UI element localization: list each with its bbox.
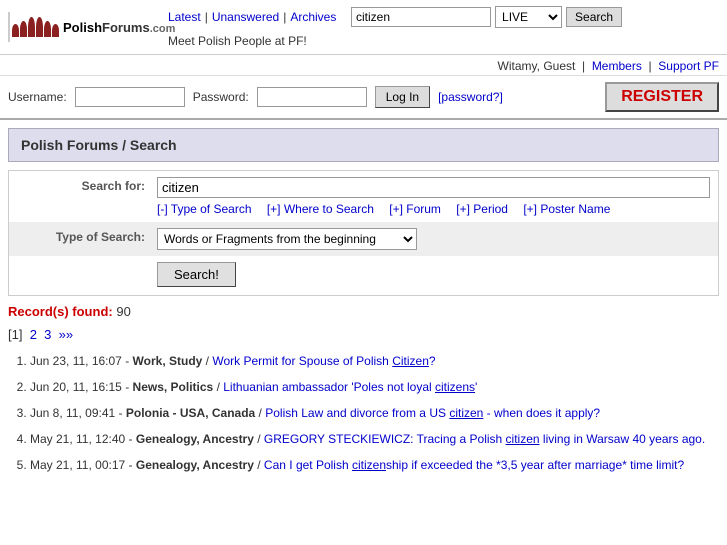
site-name-polish: Polish xyxy=(63,20,102,35)
result-item-5: May 21, 11, 00:17 - Genealogy, Ancestry … xyxy=(30,456,719,474)
nav-sep-1: | xyxy=(205,10,208,24)
latest-link[interactable]: Latest xyxy=(168,10,201,24)
results-area: Record(s) found: 90 [1] 2 3 »» Jun 23, 1… xyxy=(8,304,719,474)
search-options: [-] Type of Search [+] Where to Search [… xyxy=(157,202,710,216)
type-of-search-control: Words or Fragments from the beginning Ex… xyxy=(157,228,710,250)
person-icon-3 xyxy=(28,17,35,37)
result-3-link[interactable]: Polish Law and divorce from a US citizen… xyxy=(265,406,600,420)
username-label: Username: xyxy=(8,90,67,104)
result-3-date: Jun 8, 11, 09:41 xyxy=(30,406,115,420)
search-type-dropdown[interactable]: Words or Fragments from the beginning Ex… xyxy=(157,228,417,250)
search-for-label: Search for: xyxy=(17,177,157,193)
header: PolishForums.com Latest | Unanswered | A… xyxy=(0,0,727,55)
result-item-1: Jun 23, 11, 16:07 - Work, Study / Work P… xyxy=(30,352,719,370)
search-submit-button[interactable]: Search! xyxy=(157,262,236,287)
nav-search-area: Latest | Unanswered | Archives LIVE Arch… xyxy=(168,6,719,48)
records-count-value: 90 xyxy=(116,304,130,319)
result-2-category: News, Politics xyxy=(133,380,214,394)
result-5-date: May 21, 11, 00:17 xyxy=(30,458,125,472)
logo-people xyxy=(12,17,59,37)
password-label: Password: xyxy=(193,90,249,104)
records-found-label: Record(s) found: xyxy=(8,304,113,319)
result-4-date: May 21, 11, 12:40 xyxy=(30,432,125,446)
result-item-4: May 21, 11, 12:40 - Genealogy, Ancestry … xyxy=(30,430,719,448)
tagline: Meet Polish People at PF! xyxy=(168,34,719,48)
result-4-category: Genealogy, Ancestry xyxy=(136,432,254,446)
result-2-date: Jun 20, 11, 16:15 xyxy=(30,380,122,394)
page-3-link[interactable]: 3 xyxy=(44,327,51,342)
support-link[interactable]: Support PF xyxy=(658,59,719,73)
top-search-button[interactable]: Search xyxy=(566,7,622,27)
current-page: [1] xyxy=(8,327,22,342)
top-search-input[interactable] xyxy=(351,7,491,27)
user-sep-1: | xyxy=(582,59,585,73)
records-found: Record(s) found: 90 xyxy=(8,304,719,319)
search-form: Search for: [-] Type of Search [+] Where… xyxy=(8,170,719,296)
person-icon-6 xyxy=(52,24,59,37)
logo-area: PolishForums.com xyxy=(8,12,168,42)
person-icon-2 xyxy=(20,21,27,37)
page-2-link[interactable]: 2 xyxy=(30,327,37,342)
opt-sep-4 xyxy=(514,202,517,216)
opt-sep-1 xyxy=(258,202,261,216)
members-link[interactable]: Members xyxy=(592,59,642,73)
nav-sep-2: | xyxy=(283,10,286,24)
user-sep-2: | xyxy=(649,59,652,73)
top-search-type-select[interactable]: LIVE Archive xyxy=(495,6,562,28)
person-icon-5 xyxy=(44,21,51,37)
type-of-search-label: Type of Search: xyxy=(17,228,157,244)
result-5-link[interactable]: Can I get Polish citizenship if exceeded… xyxy=(264,458,684,472)
login-bar: Username: Password: Log In [password?] R… xyxy=(0,76,727,120)
pagination: [1] 2 3 »» xyxy=(8,327,719,342)
site-name-forums: Forums xyxy=(102,20,150,35)
register-button[interactable]: REGISTER xyxy=(605,82,719,112)
results-list: Jun 23, 11, 16:07 - Work, Study / Work P… xyxy=(8,352,719,474)
user-links-bar: Witamy, Guest | Members | Support PF xyxy=(0,55,727,76)
period-toggle[interactable]: [+] Period xyxy=(456,202,508,216)
result-5-category: Genealogy, Ancestry xyxy=(136,458,254,472)
person-icon-1 xyxy=(12,24,19,37)
poster-name-toggle[interactable]: [+] Poster Name xyxy=(523,202,610,216)
type-of-search-row: Type of Search: Words or Fragments from … xyxy=(9,222,718,256)
result-item-3: Jun 8, 11, 09:41 - Polonia - USA, Canada… xyxy=(30,404,719,422)
archives-link[interactable]: Archives xyxy=(290,10,336,24)
result-1-link[interactable]: Work Permit for Spouse of Polish Citizen… xyxy=(212,354,435,368)
site-name: PolishForums.com xyxy=(63,20,175,35)
person-icon-4 xyxy=(36,17,43,37)
top-nav: Latest | Unanswered | Archives LIVE Arch… xyxy=(168,6,719,28)
search-submit-row: Search! xyxy=(9,256,718,295)
search-for-control: [-] Type of Search [+] Where to Search [… xyxy=(157,177,710,216)
page-title: Polish Forums / Search xyxy=(21,137,177,153)
greeting-text: Witamy, Guest xyxy=(498,59,576,73)
result-item-2: Jun 20, 11, 16:15 - News, Politics / Lit… xyxy=(30,378,719,396)
result-2-link[interactable]: Lithuanian ambassador 'Poles not loyal c… xyxy=(223,380,477,394)
login-button[interactable]: Log In xyxy=(375,86,430,108)
page-title-bar: Polish Forums / Search xyxy=(8,128,719,162)
opt-sep-3 xyxy=(447,202,450,216)
opt-sep-2 xyxy=(380,202,383,216)
username-input[interactable] xyxy=(75,87,185,107)
unanswered-link[interactable]: Unanswered xyxy=(212,10,279,24)
result-4-link[interactable]: GREGORY STECKIEWICZ: Tracing a Polish ci… xyxy=(264,432,705,446)
result-1-date: Jun 23, 11, 16:07 xyxy=(30,354,122,368)
search-for-row: Search for: [-] Type of Search [+] Where… xyxy=(9,171,718,222)
main-search-input[interactable] xyxy=(157,177,710,198)
logo: PolishForums.com xyxy=(8,12,168,42)
logo-flag xyxy=(8,12,10,42)
forgot-password-link[interactable]: [password?] xyxy=(438,90,503,104)
password-input[interactable] xyxy=(257,87,367,107)
forum-toggle[interactable]: [+] Forum xyxy=(389,202,441,216)
where-to-search-toggle[interactable]: [+] Where to Search xyxy=(267,202,374,216)
result-3-category: Polonia - USA, Canada xyxy=(126,406,255,420)
type-of-search-toggle[interactable]: [-] Type of Search xyxy=(157,202,252,216)
result-1-category: Work, Study xyxy=(133,354,203,368)
more-pages-link[interactable]: »» xyxy=(59,327,73,342)
